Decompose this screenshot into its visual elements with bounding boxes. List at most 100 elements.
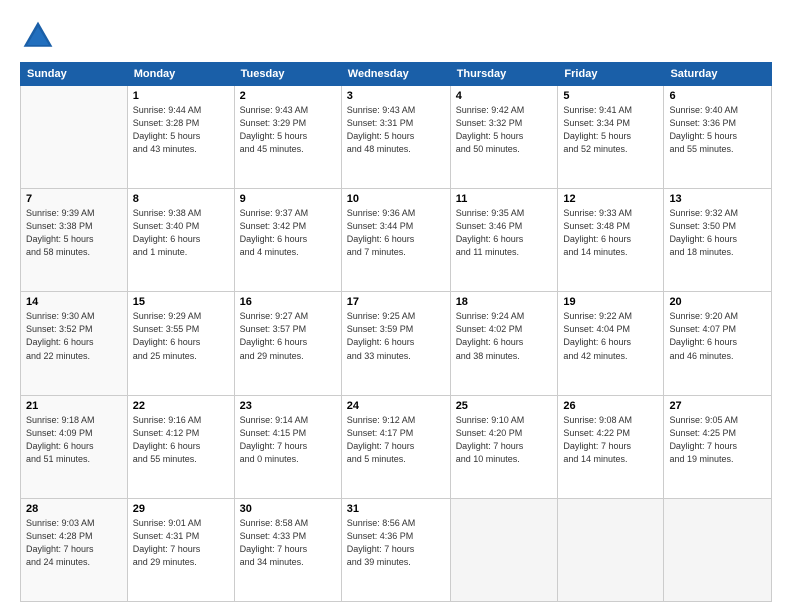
day-info-30: Sunrise: 8:58 AM Sunset: 4:33 PM Dayligh… — [240, 517, 336, 569]
week-row-2: 7 Sunrise: 9:39 AM Sunset: 3:38 PM Daylig… — [21, 189, 772, 292]
day-number-29: 29 — [133, 503, 229, 515]
day-cell-25: 25 Sunrise: 9:10 AM Sunset: 4:20 PM Dayli… — [450, 395, 558, 498]
day-cell-28: 28Sunrise: 9:03 AM Sunset: 4:28 PM Dayli… — [21, 498, 128, 601]
day-info-31: Sunrise: 8:56 AM Sunset: 4:36 PM Dayligh… — [347, 517, 445, 569]
day-info-5: Sunrise: 9:41 AM Sunset: 3:34 PM Dayligh… — [563, 104, 658, 156]
day-cell-31: 31 Sunrise: 8:56 AM Sunset: 4:36 PM Dayli… — [341, 498, 450, 601]
day-cell-17: 17Sunrise: 9:25 AM Sunset: 3:59 PM Dayli… — [341, 292, 450, 395]
day-number-26: 26 — [563, 400, 658, 412]
day-number-16: 16 — [240, 296, 336, 308]
day-info-13: Sunrise: 9:32 AM Sunset: 3:50 PM Dayligh… — [669, 207, 766, 259]
day-cell-26: 26 Sunrise: 9:08 AM Sunset: 4:22 PM Dayli… — [558, 395, 664, 498]
day-info-10: Sunrise: 9:36 AM Sunset: 3:44 PM Dayligh… — [347, 207, 445, 259]
day-cell-1: 1 Sunrise: 9:44 AM Sunset: 3:28 PM Daylig… — [127, 86, 234, 189]
day-number-2: 2 — [240, 90, 336, 102]
day-number-30: 30 — [240, 503, 336, 515]
day-info-4: Sunrise: 9:42 AM Sunset: 3:32 PM Dayligh… — [456, 104, 553, 156]
day-cell-7: 7 Sunrise: 9:39 AM Sunset: 3:38 PM Daylig… — [21, 189, 128, 292]
day-number-22: 22 — [133, 400, 229, 412]
day-info-18: Sunrise: 9:24 AM Sunset: 4:02 PM Dayligh… — [456, 310, 553, 362]
day-cell-5: 5 Sunrise: 9:41 AM Sunset: 3:34 PM Daylig… — [558, 86, 664, 189]
weekday-header-tuesday: Tuesday — [234, 63, 341, 86]
day-number-19: 19 — [563, 296, 658, 308]
day-number-4: 4 — [456, 90, 553, 102]
day-cell-8: 8 Sunrise: 9:38 AM Sunset: 3:40 PM Daylig… — [127, 189, 234, 292]
day-number-27: 27 — [669, 400, 766, 412]
day-number-21: 21 — [26, 400, 122, 412]
day-number-20: 20 — [669, 296, 766, 308]
day-info-16: Sunrise: 9:27 AM Sunset: 3:57 PM Dayligh… — [240, 310, 336, 362]
day-cell-30: 30 Sunrise: 8:58 AM Sunset: 4:33 PM Dayli… — [234, 498, 341, 601]
day-number-14: 14 — [26, 296, 122, 308]
day-info-19: Sunrise: 9:22 AM Sunset: 4:04 PM Dayligh… — [563, 310, 658, 362]
day-number-10: 10 — [347, 193, 445, 205]
day-number-7: 7 — [26, 193, 122, 205]
day-cell-29: 29 Sunrise: 9:01 AM Sunset: 4:31 PM Dayli… — [127, 498, 234, 601]
day-info-1: Sunrise: 9:44 AM Sunset: 3:28 PM Dayligh… — [133, 104, 229, 156]
day-cell-6: 6 Sunrise: 9:40 AM Sunset: 3:36 PM Daylig… — [664, 86, 772, 189]
weekday-header-saturday: Saturday — [664, 63, 772, 86]
day-number-9: 9 — [240, 193, 336, 205]
day-info-12: Sunrise: 9:33 AM Sunset: 3:48 PM Dayligh… — [563, 207, 658, 259]
day-number-23: 23 — [240, 400, 336, 412]
day-info-21: Sunrise: 9:18 AM Sunset: 4:09 PM Dayligh… — [26, 414, 122, 466]
week-row-1: 1 Sunrise: 9:44 AM Sunset: 3:28 PM Daylig… — [21, 86, 772, 189]
day-info-14: Sunrise: 9:30 AM Sunset: 3:52 PM Dayligh… — [26, 310, 122, 362]
day-info-7: Sunrise: 9:39 AM Sunset: 3:38 PM Dayligh… — [26, 207, 122, 259]
day-cell-16: 16 Sunrise: 9:27 AM Sunset: 3:57 PM Dayli… — [234, 292, 341, 395]
day-number-25: 25 — [456, 400, 553, 412]
day-cell-24: 24Sunrise: 9:12 AM Sunset: 4:17 PM Dayli… — [341, 395, 450, 498]
day-info-25: Sunrise: 9:10 AM Sunset: 4:20 PM Dayligh… — [456, 414, 553, 466]
day-number-1: 1 — [133, 90, 229, 102]
day-cell-9: 9 Sunrise: 9:37 AM Sunset: 3:42 PM Daylig… — [234, 189, 341, 292]
day-number-6: 6 — [669, 90, 766, 102]
day-number-31: 31 — [347, 503, 445, 515]
day-number-18: 18 — [456, 296, 553, 308]
day-info-8: Sunrise: 9:38 AM Sunset: 3:40 PM Dayligh… — [133, 207, 229, 259]
weekday-header-wednesday: Wednesday — [341, 63, 450, 86]
day-cell-20: 20 Sunrise: 9:20 AM Sunset: 4:07 PM Dayli… — [664, 292, 772, 395]
weekday-header-row: SundayMondayTuesdayWednesdayThursdayFrid… — [21, 63, 772, 86]
day-cell-4: 4 Sunrise: 9:42 AM Sunset: 3:32 PM Daylig… — [450, 86, 558, 189]
day-cell-3: 3Sunrise: 9:43 AM Sunset: 3:31 PM Daylig… — [341, 86, 450, 189]
day-number-11: 11 — [456, 193, 553, 205]
day-info-27: Sunrise: 9:05 AM Sunset: 4:25 PM Dayligh… — [669, 414, 766, 466]
day-cell-23: 23 Sunrise: 9:14 AM Sunset: 4:15 PM Dayli… — [234, 395, 341, 498]
day-info-2: Sunrise: 9:43 AM Sunset: 3:29 PM Dayligh… — [240, 104, 336, 156]
day-cell-21: 21 Sunrise: 9:18 AM Sunset: 4:09 PM Dayli… — [21, 395, 128, 498]
day-cell-27: 27 Sunrise: 9:05 AM Sunset: 4:25 PM Dayli… — [664, 395, 772, 498]
day-cell-19: 19 Sunrise: 9:22 AM Sunset: 4:04 PM Dayli… — [558, 292, 664, 395]
day-info-15: Sunrise: 9:29 AM Sunset: 3:55 PM Dayligh… — [133, 310, 229, 362]
day-info-9: Sunrise: 9:37 AM Sunset: 3:42 PM Dayligh… — [240, 207, 336, 259]
day-info-22: Sunrise: 9:16 AM Sunset: 4:12 PM Dayligh… — [133, 414, 229, 466]
logo-icon — [20, 18, 56, 54]
day-number-17: 17 — [347, 296, 445, 308]
day-number-5: 5 — [563, 90, 658, 102]
empty-cell — [21, 86, 128, 189]
day-info-20: Sunrise: 9:20 AM Sunset: 4:07 PM Dayligh… — [669, 310, 766, 362]
day-number-28: 28 — [26, 503, 122, 515]
week-row-4: 21 Sunrise: 9:18 AM Sunset: 4:09 PM Dayli… — [21, 395, 772, 498]
day-cell-22: 22 Sunrise: 9:16 AM Sunset: 4:12 PM Dayli… — [127, 395, 234, 498]
day-cell-12: 12Sunrise: 9:33 AM Sunset: 3:48 PM Dayli… — [558, 189, 664, 292]
empty-cell — [558, 498, 664, 601]
day-cell-15: 15Sunrise: 9:29 AM Sunset: 3:55 PM Dayli… — [127, 292, 234, 395]
empty-cell — [450, 498, 558, 601]
day-cell-2: 2 Sunrise: 9:43 AM Sunset: 3:29 PM Daylig… — [234, 86, 341, 189]
day-info-29: Sunrise: 9:01 AM Sunset: 4:31 PM Dayligh… — [133, 517, 229, 569]
week-row-5: 28Sunrise: 9:03 AM Sunset: 4:28 PM Dayli… — [21, 498, 772, 601]
weekday-header-friday: Friday — [558, 63, 664, 86]
day-info-26: Sunrise: 9:08 AM Sunset: 4:22 PM Dayligh… — [563, 414, 658, 466]
empty-cell — [664, 498, 772, 601]
day-info-23: Sunrise: 9:14 AM Sunset: 4:15 PM Dayligh… — [240, 414, 336, 466]
day-number-13: 13 — [669, 193, 766, 205]
day-info-6: Sunrise: 9:40 AM Sunset: 3:36 PM Dayligh… — [669, 104, 766, 156]
day-number-8: 8 — [133, 193, 229, 205]
header — [20, 18, 772, 54]
weekday-header-thursday: Thursday — [450, 63, 558, 86]
day-cell-11: 11Sunrise: 9:35 AM Sunset: 3:46 PM Dayli… — [450, 189, 558, 292]
day-cell-10: 10 Sunrise: 9:36 AM Sunset: 3:44 PM Dayli… — [341, 189, 450, 292]
weekday-header-monday: Monday — [127, 63, 234, 86]
page: SundayMondayTuesdayWednesdayThursdayFrid… — [0, 0, 792, 612]
day-info-24: Sunrise: 9:12 AM Sunset: 4:17 PM Dayligh… — [347, 414, 445, 466]
